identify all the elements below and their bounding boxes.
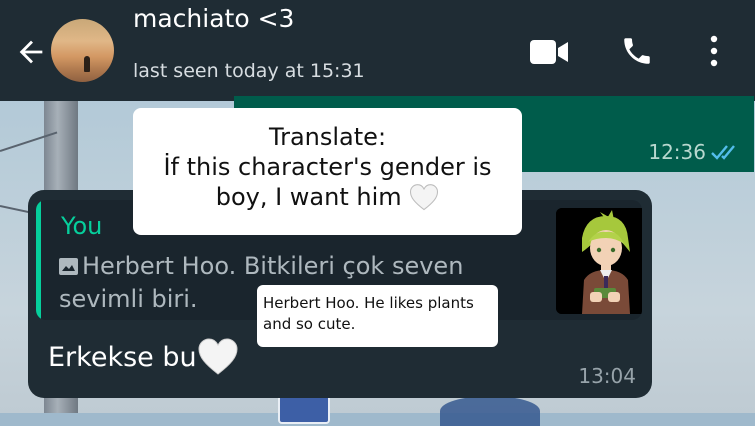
avatar[interactable] — [51, 19, 114, 82]
incoming-message-text: Erkekse bu — [48, 342, 197, 373]
wallpaper-sign — [440, 396, 540, 426]
more-options-icon[interactable] — [705, 33, 723, 69]
quote-author: You — [61, 212, 103, 240]
outgoing-message-time: 12:36 — [648, 140, 706, 164]
translation-note-overlay: Herbert Hoo. He likes plants and so cute… — [257, 285, 498, 347]
back-arrow-icon[interactable] — [14, 35, 48, 69]
overlay-line-3-block: boy, I want him — [133, 182, 522, 212]
white-heart-icon — [198, 338, 238, 375]
overlay-line-3: boy, I want him — [215, 183, 402, 211]
photo-icon — [59, 258, 78, 275]
translation-request-overlay: Translate: İf this character's gender is… — [133, 108, 522, 235]
incoming-message-time: 13:04 — [578, 364, 636, 388]
double-check-icon — [711, 145, 735, 160]
white-heart-icon — [410, 184, 439, 211]
phone-call-icon[interactable] — [620, 34, 654, 68]
last-seen-status: last seen today at 15:31 — [133, 60, 365, 82]
quoted-image-thumbnail[interactable] — [556, 208, 642, 314]
overlay-line-2: İf this character's gender is — [163, 153, 492, 181]
overlay-line-1: Translate: — [268, 123, 387, 151]
quote-accent-bar — [36, 200, 41, 320]
chat-header: machiato <3 last seen today at 15:31 — [0, 0, 755, 101]
incoming-message-text-block: Erkekse bu — [48, 338, 239, 376]
character-thumbnail-art — [556, 208, 642, 314]
avatar-figure — [84, 56, 90, 72]
video-call-icon[interactable] — [530, 38, 570, 66]
contact-name[interactable]: machiato <3 — [133, 4, 294, 33]
